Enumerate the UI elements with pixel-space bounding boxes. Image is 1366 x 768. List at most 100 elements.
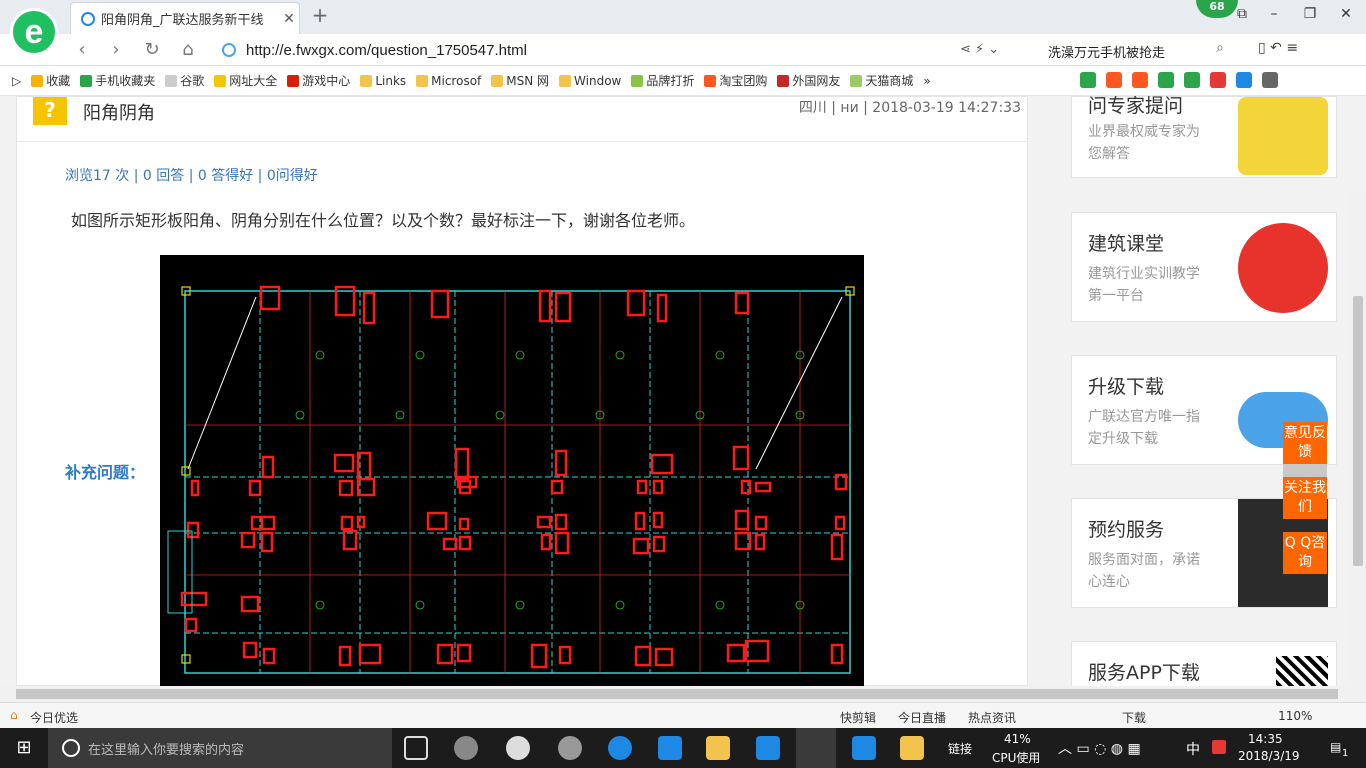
bookmark-item[interactable]: 手机收藏夹 bbox=[80, 72, 155, 89]
course-card[interactable]: 建筑课堂 建筑行业实训教学第一平台 bbox=[1071, 212, 1337, 322]
card-title: 服务APP下载 bbox=[1088, 662, 1200, 684]
bookmark-folder[interactable]: MSN 网 bbox=[491, 72, 549, 89]
active-browser-icon[interactable] bbox=[796, 728, 836, 768]
task-view-icon[interactable] bbox=[404, 736, 428, 760]
question-card: ? 阳角阴角 四川 | ни | 2018-03-19 14:27:33 浏览1… bbox=[16, 96, 1028, 686]
expert-card[interactable]: 问专家提问 业界最权威专家为您解答 bbox=[1071, 96, 1337, 178]
scissors-icon[interactable] bbox=[1210, 72, 1226, 88]
g-app-icon[interactable] bbox=[756, 736, 780, 760]
card-title: 问专家提问 bbox=[1088, 96, 1184, 117]
question-icon: ? bbox=[33, 97, 67, 125]
apps-icon[interactable] bbox=[1262, 72, 1278, 88]
edge-icon[interactable] bbox=[608, 736, 632, 760]
app-download-card[interactable]: 服务APP下载 bbox=[1071, 641, 1337, 686]
search-icon[interactable]: ⌕ bbox=[1216, 40, 1236, 60]
bookmark-item[interactable]: 淘宝团购 bbox=[704, 72, 767, 89]
links-toolbar[interactable]: 链接 bbox=[948, 740, 972, 757]
card-desc: 业界最权威专家为您解答 bbox=[1088, 124, 1200, 162]
bookmark-item[interactable]: 天猫商城 bbox=[850, 72, 913, 89]
bookmark-item[interactable]: 网址大全 bbox=[214, 72, 277, 89]
bookmark-item[interactable]: 谷歌 bbox=[165, 72, 204, 89]
question-title: 阳角阴角 bbox=[83, 103, 155, 124]
cad-drawing-image[interactable] bbox=[160, 255, 864, 686]
qq-consult-button[interactable]: Q Q咨询 bbox=[1283, 532, 1327, 574]
home-button[interactable]: ⌂ bbox=[176, 39, 200, 61]
refresh-button[interactable]: ↻ bbox=[140, 39, 164, 61]
card-title: 建筑课堂 bbox=[1088, 233, 1165, 255]
bookmark-item[interactable]: 收藏 bbox=[31, 72, 70, 89]
windows-start-icon[interactable]: ⊞ bbox=[0, 728, 48, 768]
feedback-button[interactable]: 意见反馈 bbox=[1283, 422, 1327, 464]
toolbar-buttons[interactable]: ▯ ↶ ≡ bbox=[1258, 40, 1358, 60]
zoom-level[interactable]: 110% bbox=[1278, 709, 1312, 726]
forward-button[interactable]: › bbox=[104, 39, 128, 61]
cpu-label: CPU使用 bbox=[992, 751, 1041, 765]
browser-icon[interactable] bbox=[506, 736, 530, 760]
ime-indicator[interactable]: 中 bbox=[1186, 739, 1200, 759]
share-icon[interactable]: ⋖ ⚡ ⌄ bbox=[960, 42, 1030, 60]
close-tab-icon[interactable]: ✕ bbox=[279, 11, 299, 27]
tv-icon[interactable] bbox=[1106, 72, 1122, 88]
close-window-button[interactable]: ✕ bbox=[1334, 6, 1358, 26]
antivirus-icon[interactable] bbox=[1212, 740, 1226, 754]
today-picks[interactable]: 今日优选 bbox=[30, 709, 78, 726]
question-text: 如图所示矩形板阳角、阴角分别在什么位置？以及个数？最好标注一下，谢谢各位老师。 bbox=[71, 211, 696, 230]
bookmark-item[interactable]: 品牌打折 bbox=[631, 72, 694, 89]
notification-count: 1 bbox=[1342, 748, 1349, 759]
vertical-scrollbar[interactable] bbox=[1350, 192, 1366, 686]
cad-plan bbox=[167, 285, 855, 674]
url-text: http://e.fwxgx.com/question_1750547.html bbox=[246, 41, 528, 59]
more-bookmarks-icon[interactable]: » bbox=[923, 74, 930, 88]
sidebar-toggle-icon[interactable]: ▷ bbox=[12, 74, 21, 88]
hot-search-text[interactable]: 洗澡万元手机被抢走 bbox=[1048, 42, 1228, 61]
clock-time[interactable]: 14:35 bbox=[1248, 732, 1283, 746]
url-input[interactable]: http://e.fwxgx.com/question_1750547.html bbox=[222, 38, 958, 62]
bookmark-item[interactable]: 游戏中心 bbox=[287, 72, 350, 89]
bookmark-folder[interactable]: Microsof bbox=[416, 74, 481, 88]
plus-app-icon[interactable] bbox=[852, 736, 876, 760]
file-explorer-icon[interactable] bbox=[706, 736, 730, 760]
tab-title: 阳角阴角_广联达服务新干线 bbox=[101, 13, 264, 28]
bookmark-folder[interactable]: Window bbox=[559, 74, 621, 88]
ie-taskbar-icon[interactable] bbox=[658, 736, 682, 760]
cortana-icon bbox=[62, 739, 80, 757]
discount-icon[interactable] bbox=[1132, 72, 1148, 88]
quick-edit-link[interactable]: 快剪辑 bbox=[840, 709, 876, 726]
question-stats[interactable]: 浏览17 次 | 0 回答 | 0 答得好 | 0问得好 bbox=[65, 165, 318, 185]
card-desc: 服务面对面，承诺心连心 bbox=[1088, 552, 1200, 590]
translate-icon[interactable] bbox=[1184, 72, 1200, 88]
tab-bar: 阳角阴角_广联达服务新干线 ✕ + 68 ⧉ – ❐ ✕ bbox=[0, 0, 1366, 34]
maximize-button[interactable]: ❐ bbox=[1298, 6, 1322, 26]
minimize-button[interactable]: – bbox=[1262, 6, 1286, 26]
address-bar: ‹ › ↻ ⌂ http://e.fwxgx.com/question_1750… bbox=[0, 34, 1366, 66]
extension-icons bbox=[1080, 72, 1360, 92]
follow-button[interactable]: 关注我们 bbox=[1283, 477, 1327, 519]
back-button[interactable]: ‹ bbox=[70, 39, 94, 61]
download-link[interactable]: 下载 bbox=[1122, 709, 1146, 726]
shield-icon[interactable] bbox=[1158, 72, 1174, 88]
notes-app-icon[interactable] bbox=[900, 736, 924, 760]
page-content: ? 阳角阴角 四川 | ни | 2018-03-19 14:27:33 浏览1… bbox=[0, 96, 1366, 686]
pinwheel-icon[interactable] bbox=[454, 736, 478, 760]
app-icon[interactable] bbox=[558, 736, 582, 760]
browser-tab[interactable]: 阳角阴角_广联达服务新干线 ✕ bbox=[70, 2, 300, 34]
news-link[interactable]: 热点资讯 bbox=[968, 709, 1016, 726]
magnifier-icon[interactable] bbox=[1236, 72, 1252, 88]
card-desc: 广联达官方唯一指定升级下载 bbox=[1088, 409, 1200, 447]
bookmark-folder[interactable]: Links bbox=[360, 74, 406, 88]
skin-icon[interactable]: ⧉ bbox=[1230, 6, 1254, 26]
tray-icons[interactable]: ︿ ▭ ◌ ◍ ▦ bbox=[1058, 738, 1141, 758]
cpu-percent: 41% bbox=[1004, 732, 1031, 746]
gift-icon: ⌂ bbox=[10, 708, 18, 722]
taskbar-search[interactable]: 在这里输入你要搜索的内容 bbox=[48, 728, 392, 768]
horizontal-scrollbar[interactable] bbox=[0, 686, 1366, 702]
new-tab-button[interactable]: + bbox=[310, 5, 330, 26]
bookmark-item[interactable]: 外国网友 bbox=[777, 72, 840, 89]
notification-center-icon[interactable]: ▤ bbox=[1330, 740, 1341, 754]
card-title: 预约服务 bbox=[1088, 519, 1165, 541]
live-link[interactable]: 今日直播 bbox=[898, 709, 946, 726]
browser-logo[interactable]: e bbox=[10, 8, 58, 56]
clock-date[interactable]: 2018/3/19 bbox=[1238, 749, 1300, 763]
reader-icon[interactable] bbox=[1080, 72, 1096, 88]
question-meta: 四川 | ни | 2018-03-19 14:27:33 bbox=[798, 100, 1021, 116]
